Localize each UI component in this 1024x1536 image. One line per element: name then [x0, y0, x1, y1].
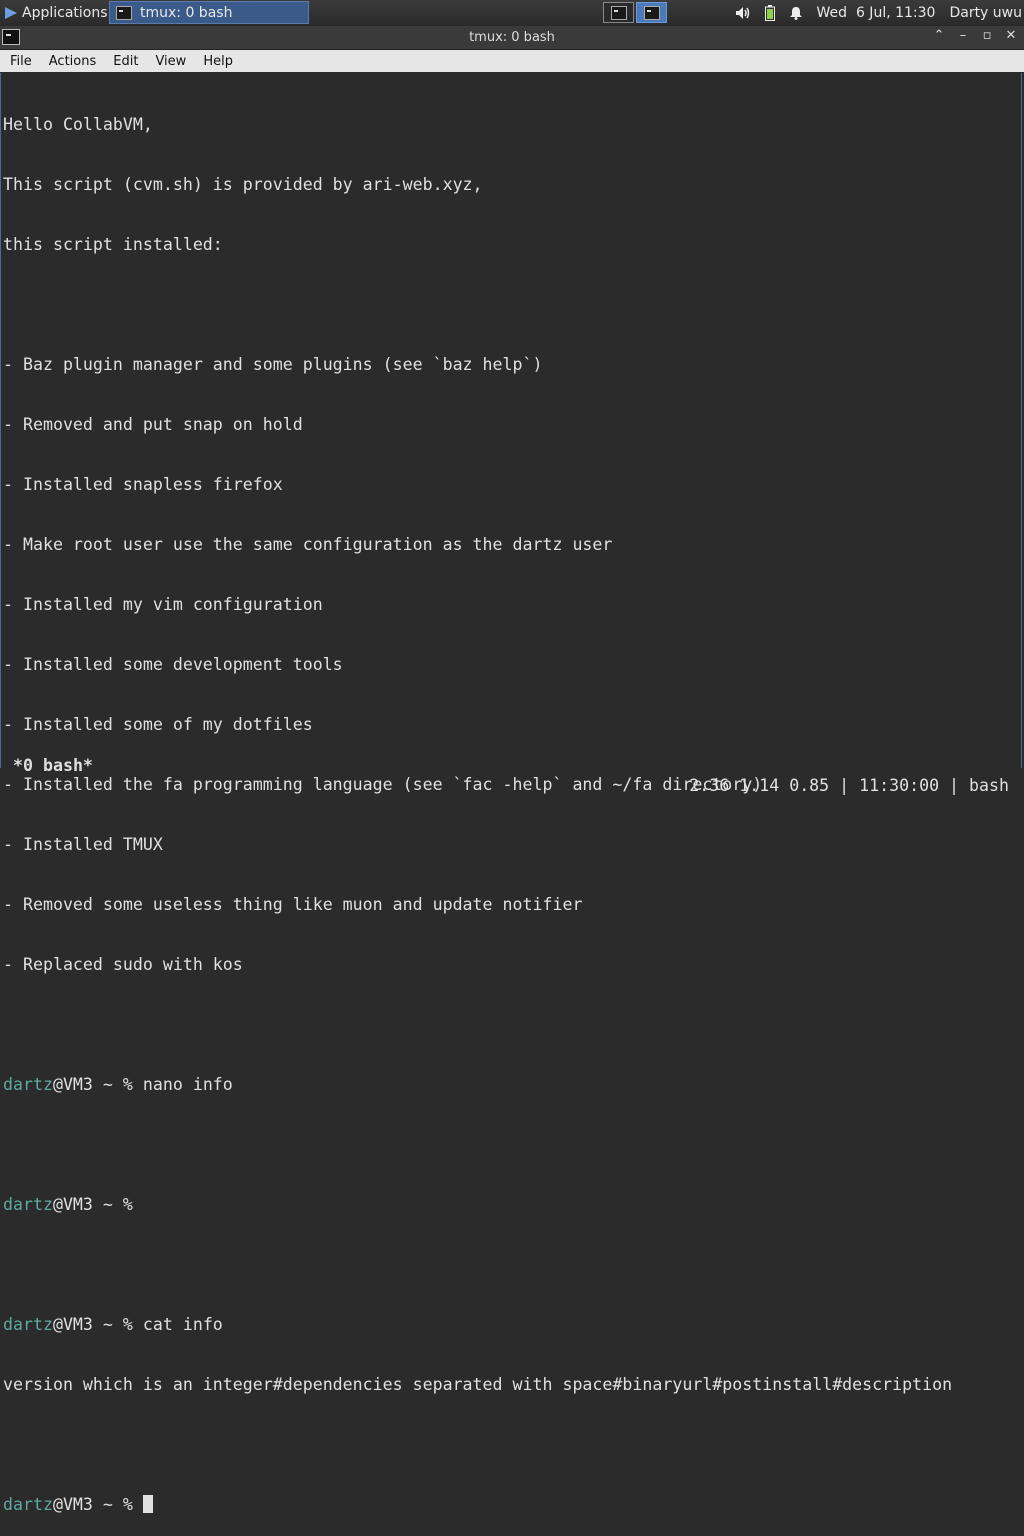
workspace-1-button[interactable] [603, 2, 634, 23]
terminal-line: - Make root user use the same configurat… [3, 535, 613, 554]
terminal-icon [643, 5, 660, 20]
battery-icon[interactable] [764, 5, 775, 21]
terminal-line: - Installed some development tools [3, 655, 343, 674]
taskbar-item-label: tmux: 0 bash [140, 4, 233, 21]
terminal-output: Hello CollabVM, This script (cvm.sh) is … [3, 75, 952, 1536]
terminal-line: - Replaced sudo with kos [3, 955, 243, 974]
maximize-button[interactable]: ▫ [980, 28, 994, 43]
clock[interactable]: Wed 6 Jul, 11:30 [817, 5, 936, 21]
prompt-line: dartz@VM3 ~ % cat info [3, 1315, 952, 1335]
window-titlebar[interactable]: tmux: 0 bash ⌃ – ▫ ✕ [0, 26, 1024, 50]
menu-view[interactable]: View [145, 54, 193, 69]
user-menu[interactable]: Darty uwu [949, 5, 1022, 21]
applications-icon [4, 6, 18, 20]
applications-label: Applications [22, 5, 108, 21]
menu-file[interactable]: File [0, 54, 39, 69]
terminal-line: - Installed snapless firefox [3, 475, 283, 494]
prompt-user: dartz [3, 1195, 53, 1214]
terminal-line: Hello CollabVM, [3, 115, 153, 134]
chevron-up-icon[interactable]: ⌃ [932, 28, 946, 43]
terminal-area[interactable]: Hello CollabVM, This script (cvm.sh) is … [0, 73, 1022, 1514]
terminal-line: This script (cvm.sh) is provided by ari-… [3, 175, 483, 194]
prompt-host: @VM3 ~ % [52, 1195, 143, 1214]
terminal-line: - Removed some useless thing like muon a… [3, 895, 583, 914]
prompt-host: @VM3 ~ % [52, 1075, 143, 1094]
prompt-line: dartz@VM3 ~ % nano info [3, 1075, 952, 1095]
prompt-line-active[interactable]: dartz@VM3 ~ % [3, 1495, 952, 1515]
prompt-user: dartz [3, 1075, 53, 1094]
command-output: version which is an integer#dependencies… [3, 1375, 953, 1394]
prompt-host: @VM3 ~ % [52, 1495, 143, 1514]
notifications-bell-icon[interactable] [789, 6, 803, 20]
volume-icon[interactable] [735, 6, 751, 20]
terminal-line: - Removed and put snap on hold [3, 415, 303, 434]
prompt-user: dartz [3, 1315, 53, 1334]
tmux-window-tab[interactable]: *0 bash* [13, 756, 93, 776]
prompt-line: dartz@VM3 ~ % [3, 1195, 952, 1215]
terminal-line: - Baz plugin manager and some plugins (s… [3, 355, 543, 374]
terminal-line: this script installed: [3, 235, 223, 254]
minimize-button[interactable]: – [956, 28, 970, 43]
command: cat info [142, 1315, 223, 1334]
taskbar-item-tmux[interactable]: tmux: 0 bash [109, 1, 309, 24]
menu-bar: File Actions Edit View Help [0, 50, 1024, 72]
prompt-user: dartz [3, 1495, 53, 1514]
terminal-icon [116, 5, 132, 20]
terminal-icon [610, 5, 627, 20]
command: nano info [142, 1075, 233, 1094]
top-panel: Applications tmux: 0 bash Wed 6 Jul, 11:… [0, 0, 1024, 26]
applications-menu[interactable]: Applications [0, 0, 108, 26]
tmux-status-right: 2.36 1.14 0.85 | 11:30:00 | bash [689, 776, 1009, 795]
prompt-host: @VM3 ~ % [52, 1315, 143, 1334]
close-button[interactable]: ✕ [1004, 28, 1018, 43]
window-title: tmux: 0 bash [469, 30, 555, 45]
menu-help[interactable]: Help [193, 54, 240, 69]
menu-edit[interactable]: Edit [103, 54, 145, 69]
tmux-status-bar: *0 bash* 2.36 1.14 0.85 | 11:30:00 | bas… [3, 736, 1019, 795]
terminal-line: - Installed my vim configuration [3, 595, 323, 614]
menu-actions[interactable]: Actions [39, 54, 104, 69]
terminal-line: - Installed TMUX [3, 835, 163, 854]
terminal-line: - Installed some of my dotfiles [3, 715, 313, 734]
workspace-2-button[interactable] [636, 2, 667, 23]
text-cursor [142, 1495, 153, 1513]
system-tray: Wed 6 Jul, 11:30 Darty uwu [735, 0, 1024, 26]
